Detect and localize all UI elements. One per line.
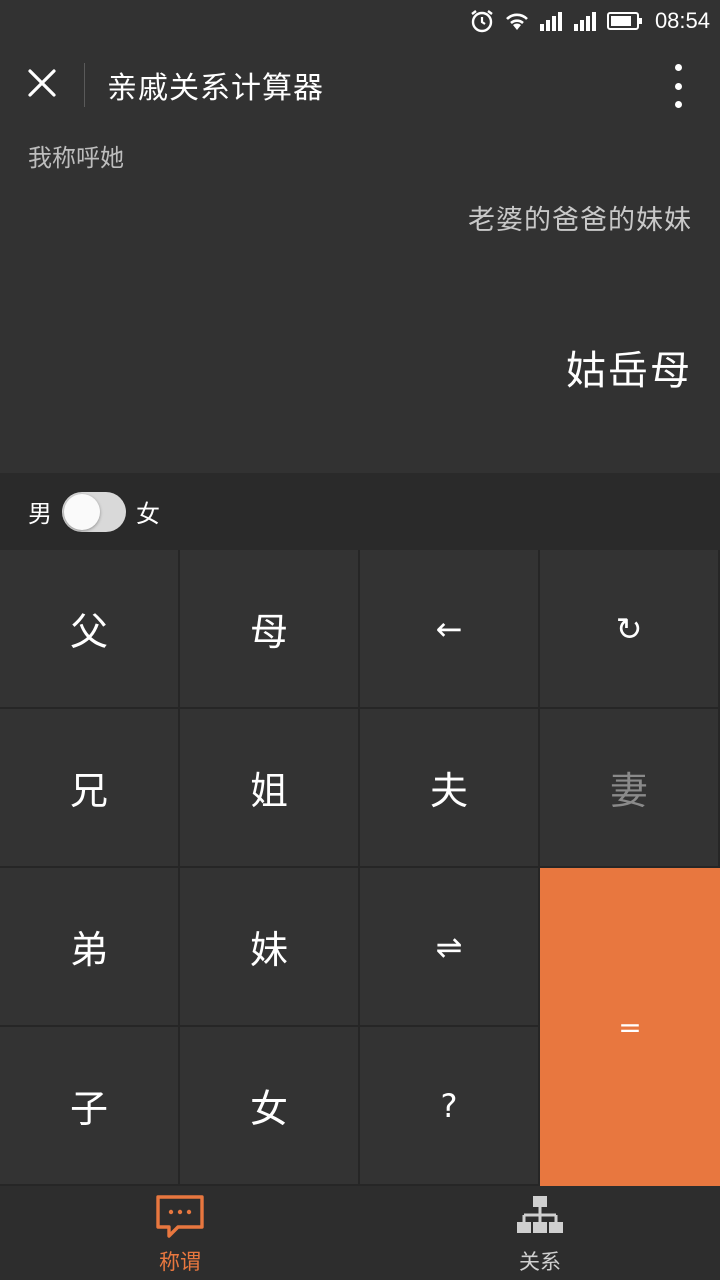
close-icon: [27, 68, 57, 102]
status-time: 08:54: [654, 8, 710, 33]
page-title: 亲戚关系计算器: [107, 71, 324, 106]
key-father[interactable]: 父: [0, 550, 180, 709]
tab-relation[interactable]: 关系: [360, 1186, 720, 1280]
status-bar: 08:54: [0, 0, 720, 42]
equals-button[interactable]: =: [540, 868, 720, 1186]
tab-title[interactable]: 称谓: [0, 1186, 360, 1280]
key-younger-sister[interactable]: 妹: [180, 868, 360, 1027]
relation-result: 姑岳母: [566, 348, 692, 394]
relation-expression: 老婆的爸爸的妹妹: [468, 205, 692, 236]
keypad: 父 母 ← ↻ 兄 姐 夫 妻 弟 妹 ⇌ = 子 女 ?: [0, 550, 720, 1186]
result-display: 我称呼她 老婆的爸爸的妹妹 姑岳母: [0, 128, 720, 473]
more-options-button[interactable]: [658, 64, 698, 108]
chat-bubble-icon: [154, 1194, 206, 1244]
hierarchy-icon: [514, 1194, 566, 1244]
swap-button[interactable]: ⇌: [360, 868, 540, 1027]
key-son[interactable]: 子: [0, 1027, 180, 1186]
key-elder-sister[interactable]: 姐: [180, 709, 360, 868]
reset-button[interactable]: ↻: [540, 550, 720, 709]
wifi-icon: [503, 10, 531, 32]
question-button[interactable]: ?: [360, 1027, 540, 1186]
key-daughter[interactable]: 女: [180, 1027, 360, 1186]
key-husband[interactable]: 夫: [360, 709, 540, 868]
app-header: 亲戚关系计算器: [0, 42, 720, 128]
battery-icon: [606, 11, 643, 31]
backspace-button[interactable]: ←: [360, 550, 540, 709]
more-vertical-icon: [674, 64, 682, 71]
gender-toggle[interactable]: [62, 491, 126, 532]
key-wife[interactable]: 妻: [540, 709, 720, 868]
tab-label: 称谓: [159, 1250, 201, 1274]
gender-switch-row: 男 女: [0, 473, 720, 550]
key-younger-brother[interactable]: 弟: [0, 868, 180, 1027]
key-elder-brother[interactable]: 兄: [0, 709, 180, 868]
signal-icon: [539, 10, 565, 32]
female-label: 女: [136, 500, 160, 528]
toggle-knob: [64, 493, 100, 530]
key-mother[interactable]: 母: [180, 550, 360, 709]
alarm-icon: [469, 8, 495, 34]
tab-label: 关系: [519, 1250, 561, 1274]
header-divider: [84, 63, 85, 107]
close-button[interactable]: [0, 42, 84, 128]
signal-icon: [573, 10, 599, 32]
male-label: 男: [28, 500, 52, 528]
prompt-label: 我称呼她: [28, 144, 124, 172]
bottom-tab-bar: 称谓 关系: [0, 1186, 720, 1280]
